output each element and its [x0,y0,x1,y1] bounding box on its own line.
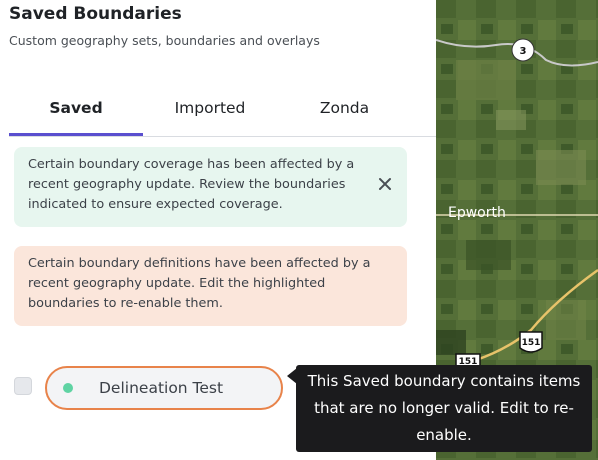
info-alert: Certain boundary coverage has been affec… [14,147,407,227]
tab-imported[interactable]: Imported [159,96,261,137]
panel-title: Saved Boundaries [9,4,182,24]
tab-saved[interactable]: Saved [9,96,143,137]
warning-alert-message: Certain boundary definitions have been a… [28,256,371,311]
active-tab-indicator [9,133,143,136]
svg-text:151: 151 [522,338,541,348]
warning-alert: Certain boundary definitions have been a… [14,246,407,326]
close-icon[interactable] [377,176,393,192]
info-alert-message: Certain boundary coverage has been affec… [28,157,355,212]
tab-zonda[interactable]: Zonda [292,96,397,137]
svg-text:3: 3 [520,46,527,57]
status-dot-icon [63,383,73,393]
panel-subtitle: Custom geography sets, boundaries and ov… [9,33,320,48]
boundary-checkbox[interactable] [14,377,32,395]
boundary-tabs: Saved Imported Zonda [9,96,436,137]
route-shield-151-upper: 151 [519,331,543,353]
place-label-epworth: Epworth [448,205,506,221]
boundary-name: Delineation Test [99,379,224,397]
invalid-boundary-tooltip: This Saved boundary contains items that … [296,365,592,452]
boundary-item-delineation-test[interactable]: Delineation Test [45,366,283,410]
route-shield-3: 3 [511,38,535,62]
